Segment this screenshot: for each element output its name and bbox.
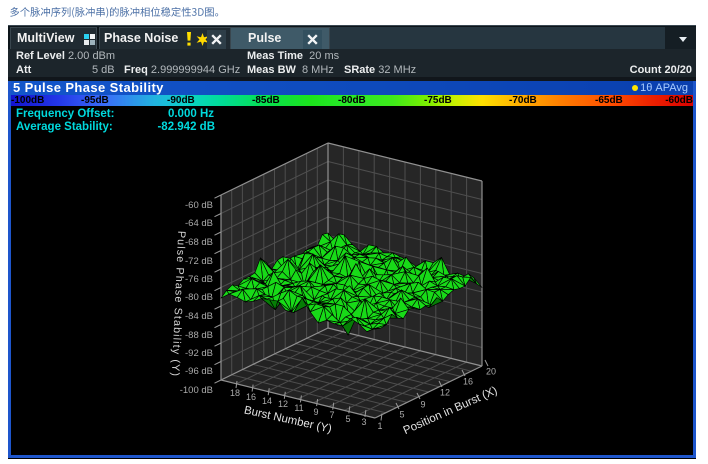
svg-text:-84 dB: -84 dB xyxy=(185,311,213,322)
svg-text:-82.942 dB: -82.942 dB xyxy=(157,121,215,133)
svg-text:12: 12 xyxy=(440,388,450,398)
svg-text:-72 dB: -72 dB xyxy=(185,256,213,267)
svg-text:-100 dB: -100 dB xyxy=(180,385,213,396)
svg-text:3: 3 xyxy=(361,417,366,427)
svg-text:Average Stability:: Average Stability: xyxy=(16,121,113,133)
svg-text:20: 20 xyxy=(486,367,496,377)
svg-text:-68 dB: -68 dB xyxy=(185,237,213,248)
svg-text:-96 dB: -96 dB xyxy=(185,366,213,377)
svg-text:-80 dB: -80 dB xyxy=(185,292,213,303)
svg-text:-92 dB: -92 dB xyxy=(185,348,213,359)
svg-text:16: 16 xyxy=(246,392,256,402)
svg-text:0.000 Hz: 0.000 Hz xyxy=(168,108,214,120)
svg-text:1: 1 xyxy=(377,421,382,431)
svg-text:14: 14 xyxy=(262,396,272,406)
svg-text:12: 12 xyxy=(278,399,288,409)
svg-text:-88 dB: -88 dB xyxy=(185,330,213,341)
svg-text:5: 5 xyxy=(345,414,350,424)
svg-text:-64 dB: -64 dB xyxy=(185,218,213,229)
svg-text:11: 11 xyxy=(294,403,303,413)
svg-text:7: 7 xyxy=(329,410,334,420)
svg-text:9: 9 xyxy=(420,400,425,410)
svg-text:-60 dB: -60 dB xyxy=(185,200,213,211)
svg-text:-76 dB: -76 dB xyxy=(185,274,213,285)
svg-text:Burst Number (Y): Burst Number (Y) xyxy=(243,404,333,435)
svg-text:5: 5 xyxy=(399,410,404,420)
svg-text:16: 16 xyxy=(463,377,473,387)
svg-text:Frequency Offset:: Frequency Offset: xyxy=(16,108,114,120)
svg-text:9: 9 xyxy=(313,407,318,417)
svg-text:18: 18 xyxy=(230,388,240,398)
